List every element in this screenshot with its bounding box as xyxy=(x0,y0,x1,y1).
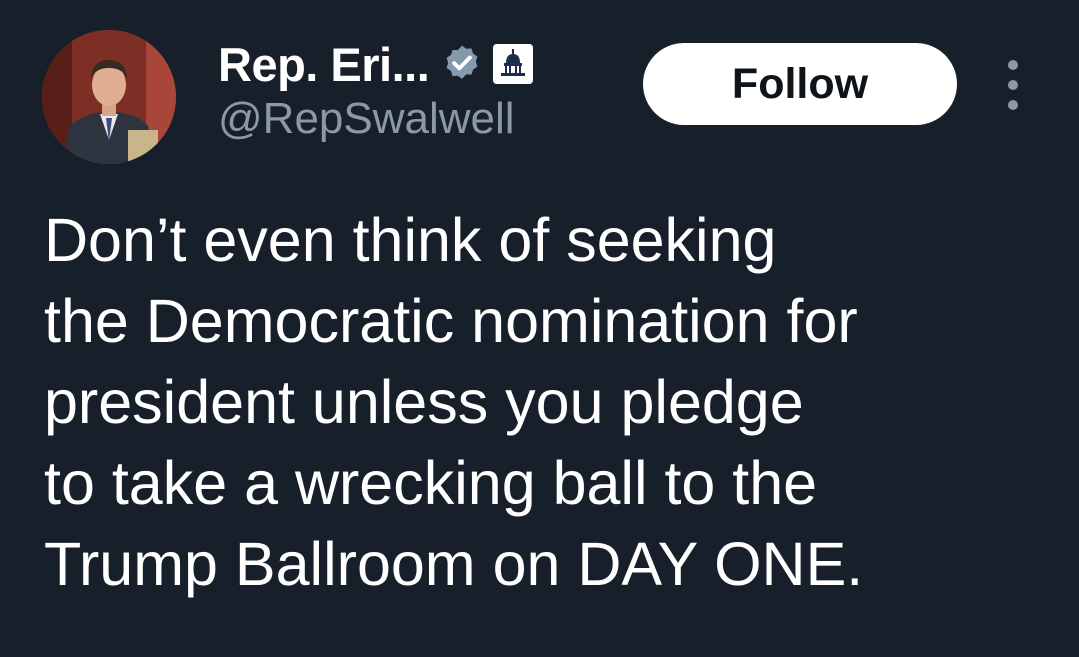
tweet-text-line: president unless you pledge xyxy=(44,368,804,436)
tweet-text-line: to take a wrecking ball to the xyxy=(44,449,818,517)
more-vertical-icon[interactable] xyxy=(998,60,1028,110)
more-dot xyxy=(1008,60,1018,70)
tweet-text-line: the Democratic nomination for xyxy=(44,287,858,355)
gray-verified-badge-icon[interactable] xyxy=(441,43,483,85)
profile-photo xyxy=(42,30,176,164)
follow-button[interactable]: Follow xyxy=(643,43,957,125)
author-handle[interactable]: @RepSwalwell xyxy=(218,94,515,144)
tweet-text-line: Trump Ballroom on DAY ONE. xyxy=(44,530,864,598)
avatar[interactable] xyxy=(42,30,176,164)
tweet-card: Rep. Eri... @RepSwalwell Follow Don’t ev… xyxy=(0,0,1079,657)
author-name-row: Rep. Eri... xyxy=(218,36,534,92)
tweet-text: Don’t even think of seeking the Democrat… xyxy=(44,200,1044,605)
author-display-name[interactable]: Rep. Eri... xyxy=(218,37,430,92)
capitol-building-affiliate-icon[interactable] xyxy=(493,44,534,84)
more-dot xyxy=(1008,100,1018,110)
more-dot xyxy=(1008,80,1018,90)
tweet-text-line: Don’t even think of seeking xyxy=(44,206,777,274)
